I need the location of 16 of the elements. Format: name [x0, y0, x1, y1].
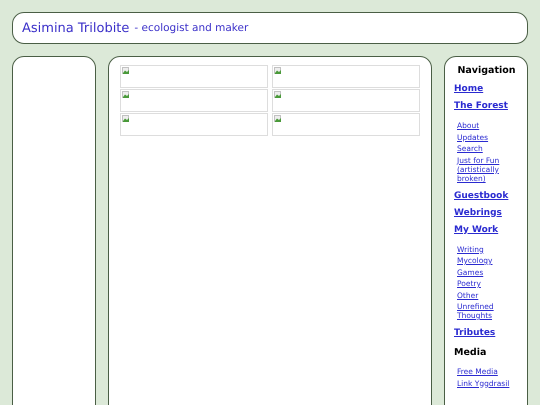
- nav-link[interactable]: My Work: [454, 224, 498, 236]
- broken-image-icon: [274, 67, 282, 75]
- nav-link[interactable]: Webrings: [454, 208, 502, 218]
- nav-link[interactable]: The Forest: [454, 101, 508, 112]
- broken-image-icon: [274, 91, 282, 99]
- nav-heading: Navigation: [457, 65, 516, 76]
- nav-heading: Media: [454, 347, 486, 358]
- nav-link[interactable]: Guestbook: [454, 190, 508, 202]
- broken-image-icon: [122, 91, 130, 99]
- broken-image-icon: [274, 115, 282, 123]
- broken-image-icon: [122, 67, 130, 75]
- nav-link[interactable]: Tributes: [454, 328, 496, 339]
- nav-link[interactable]: Home: [454, 84, 484, 95]
- site-subtitle: - ecologist and maker: [134, 22, 248, 34]
- site-title: Asimina Trilobite: [22, 20, 130, 36]
- broken-image-icon: [122, 115, 130, 123]
